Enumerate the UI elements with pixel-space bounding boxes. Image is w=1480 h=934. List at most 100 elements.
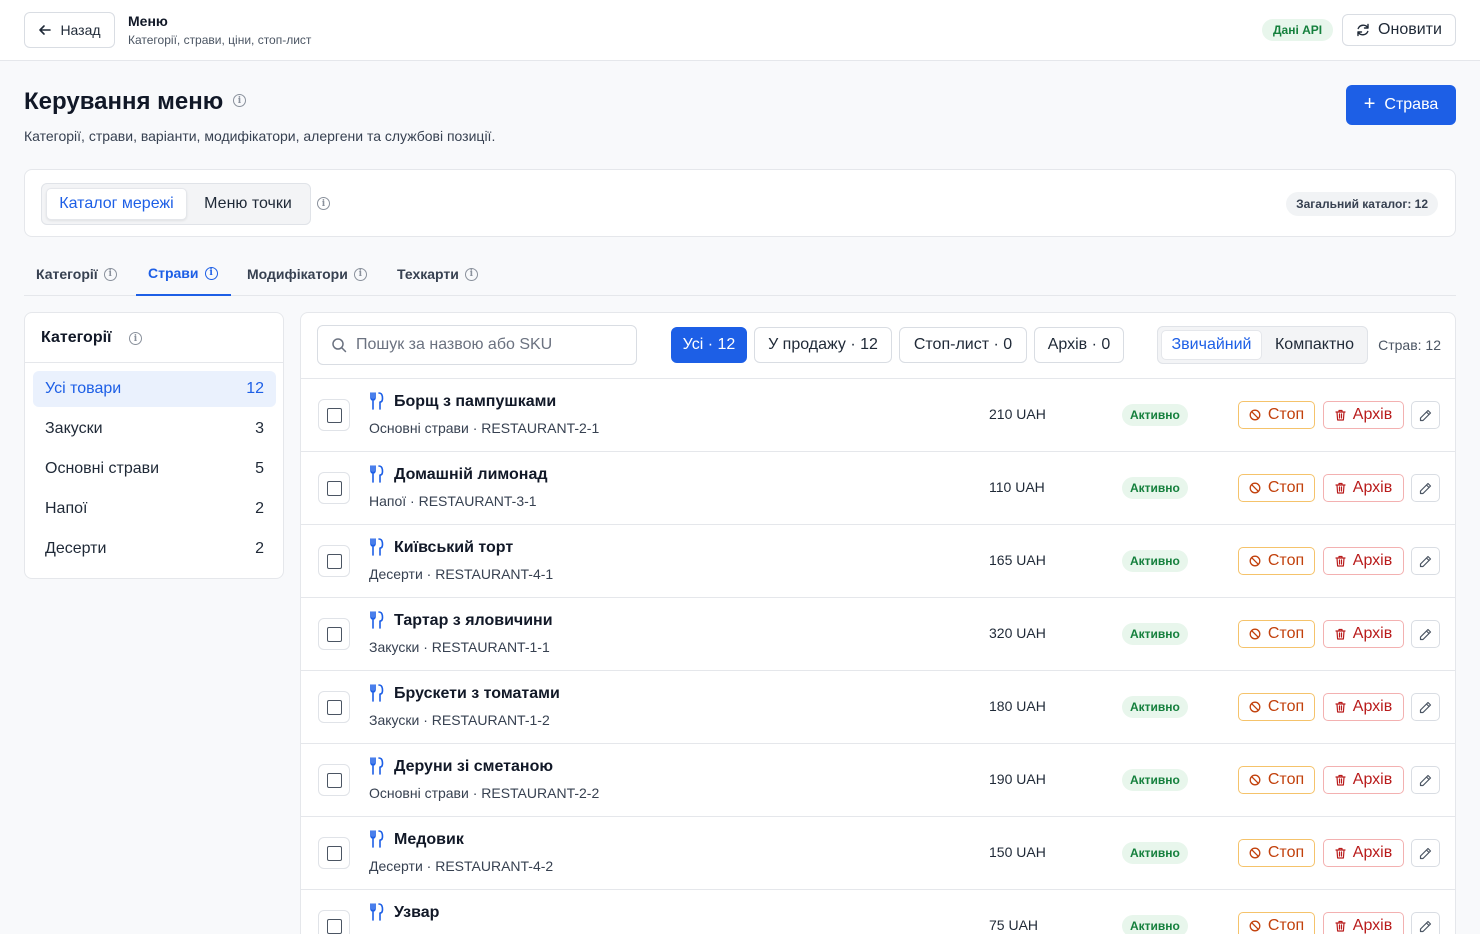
trash-icon [1335,847,1346,859]
trash-icon [1335,701,1346,713]
dish-price: 110 UAH [989,479,1045,495]
status-badge: Активно [1122,550,1188,572]
view-compact[interactable]: Компактно [1264,330,1365,360]
category-item-all[interactable]: Усі товари 12 [33,371,276,407]
table-row[interactable]: Брускети з томатами Закуски · RESTAURANT-… [301,671,1455,744]
filter-stop-list[interactable]: Стоп-лист · 0 [899,327,1027,363]
catalog-mode-point[interactable]: Меню точки [189,188,307,220]
row-checkbox[interactable] [318,618,350,650]
edit-button[interactable] [1411,912,1440,934]
category-label: Напої [45,500,88,517]
row-checkbox[interactable] [318,472,350,504]
stop-button[interactable]: Стоп [1238,401,1315,429]
stop-button[interactable]: Стоп [1238,474,1315,502]
table-row[interactable]: Медовик Десерти · RESTAURANT-4-2 150 UAH Ак… [301,817,1455,890]
stop-button[interactable]: Стоп [1238,912,1315,934]
info-icon[interactable]: i [233,94,246,107]
row-checkbox[interactable] [318,399,350,431]
filter-all[interactable]: Усі · 12 [671,327,747,363]
category-item-mains[interactable]: Основні страви 5 [33,451,276,487]
filter-on-sale[interactable]: У продажу · 12 [754,327,892,363]
archive-button-label: Архів [1352,552,1393,569]
stop-button[interactable]: Стоп [1238,839,1315,867]
tab-label: Модифікатори [247,266,348,282]
category-item-drinks[interactable]: Напої 2 [33,491,276,527]
archive-button[interactable]: Архів [1323,401,1404,429]
row-checkbox[interactable] [318,691,350,723]
archive-button[interactable]: Архів [1323,620,1404,648]
back-button[interactable]: Назад [24,12,115,48]
tab-techcards[interactable]: Техкарти i [397,252,478,296]
archive-button[interactable]: Архів [1323,474,1404,502]
row-checkbox[interactable] [318,764,350,796]
trash-icon [1335,628,1346,640]
archive-button[interactable]: Архів [1323,766,1404,794]
info-icon[interactable]: i [317,197,330,210]
row-checkbox[interactable] [318,910,350,934]
dish-name: Медовик [394,831,464,848]
edit-button[interactable] [1411,620,1440,648]
category-count: 2 [255,500,264,517]
filter-archive[interactable]: Архів · 0 [1034,327,1124,363]
category-label: Десерти [45,540,107,557]
dish-meta: Десерти · RESTAURANT-4-2 [369,858,554,874]
dish-price: 320 UAH [989,625,1046,641]
add-dish-button[interactable]: + Страва [1346,85,1456,125]
stop-button[interactable]: Стоп [1238,620,1315,648]
edit-button[interactable] [1411,766,1440,794]
categories-header: Категорії i [25,313,283,363]
tab-categories[interactable]: Категорії i [36,252,117,296]
edit-button[interactable] [1411,401,1440,429]
archive-button[interactable]: Архів [1323,912,1404,934]
stop-button[interactable]: Стоп [1238,766,1315,794]
archive-button[interactable]: Архів [1323,693,1404,721]
refresh-button-label: Оновити [1378,21,1442,38]
row-checkbox[interactable] [318,837,350,869]
dish-meta: Закуски · RESTAURANT-1-1 [369,639,550,655]
search-input[interactable]: Пошук за назвою або SKU [317,325,637,365]
ban-icon [1249,920,1261,932]
table-row[interactable]: Домашній лимонад Напої · RESTAURANT-3-1 11… [301,452,1455,525]
ban-icon [1249,482,1261,494]
search-placeholder: Пошук за назвою або SKU [356,336,553,353]
stop-button[interactable]: Стоп [1238,693,1315,721]
refresh-button[interactable]: Оновити [1342,14,1456,46]
edit-button[interactable] [1411,839,1440,867]
edit-button[interactable] [1411,693,1440,721]
pencil-icon [1419,847,1432,860]
category-count: 2 [255,540,264,557]
stop-button[interactable]: Стоп [1238,547,1315,575]
table-row[interactable]: Тартар з яловичини Закуски · RESTAURANT-1… [301,598,1455,671]
category-item-starters[interactable]: Закуски 3 [33,411,276,447]
edit-button[interactable] [1411,474,1440,502]
table-row[interactable]: Борщ з пампушками Основні страви · RESTAU… [301,379,1455,452]
ban-icon [1249,774,1261,786]
archive-button[interactable]: Архів [1323,839,1404,867]
row-checkbox[interactable] [318,545,350,577]
utensils-icon [369,684,385,702]
tab-dishes[interactable]: Страви i [136,252,231,296]
checkbox-box [326,553,342,569]
dish-price: 75 UAH [989,917,1039,933]
dish-price: 165 UAH [989,552,1046,568]
ban-icon [1249,701,1261,713]
tab-modifiers[interactable]: Модифікатори i [247,252,367,296]
stop-button-label: Стоп [1267,844,1305,861]
archive-button[interactable]: Архів [1323,547,1404,575]
dish-meta: Напої · RESTAURANT-3-1 [369,493,537,509]
pencil-icon [1419,555,1432,568]
category-count: 12 [246,380,264,397]
archive-button-label: Архів [1352,844,1393,861]
view-normal[interactable]: Звичайний [1161,330,1262,360]
catalog-mode-network[interactable]: Каталог мережі [46,188,187,220]
info-icon[interactable]: i [129,332,142,345]
archive-button-label: Архів [1352,406,1393,423]
category-item-desserts[interactable]: Десерти 2 [33,531,276,567]
table-row[interactable]: Київський торт Десерти · RESTAURANT-4-1 16… [301,525,1455,598]
trash-icon [1335,555,1346,567]
table-row[interactable]: Узвар 75 UAH Активно Стоп Архів [301,890,1455,934]
edit-button[interactable] [1411,547,1440,575]
status-badge: Активно [1122,915,1188,934]
table-row[interactable]: Деруни зі сметаною Основні страви · RESTA… [301,744,1455,817]
view-mode-switch: Звичайний Компактно [1157,326,1368,364]
